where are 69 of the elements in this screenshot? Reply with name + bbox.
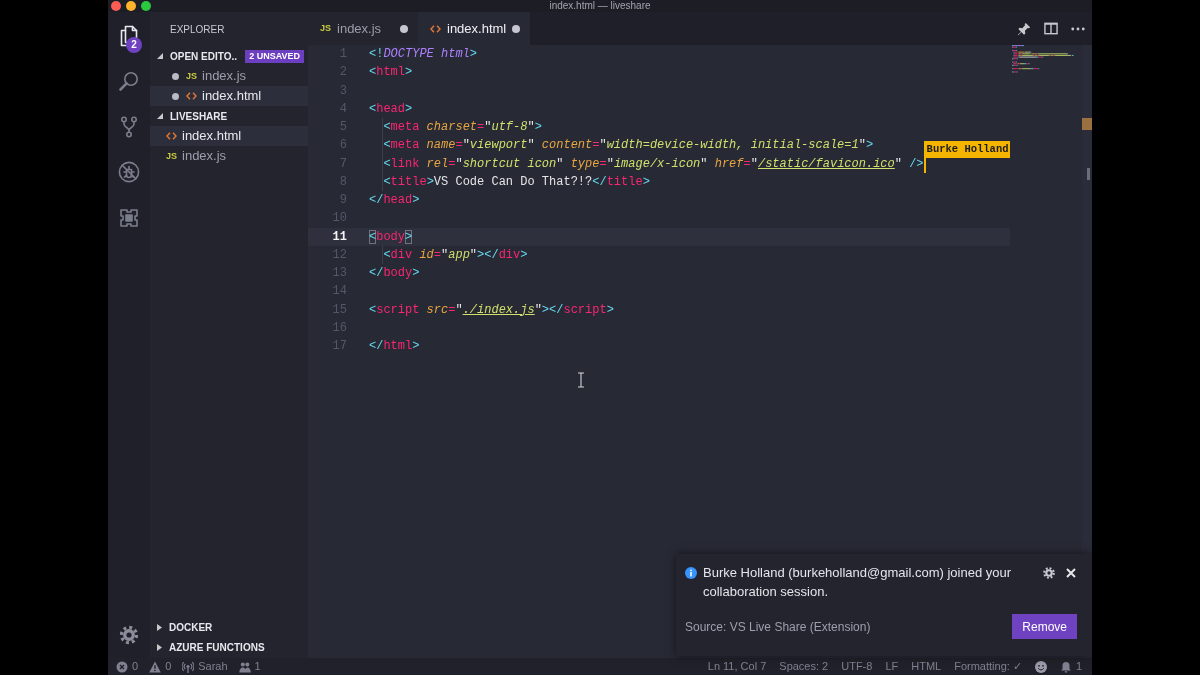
code-line: <link rel="shortcut icon" type="image/x-icon" href="/static/favicon.ico" />	[383, 155, 924, 173]
bell-icon	[1059, 660, 1072, 673]
notifications-item[interactable]: 1	[1059, 660, 1082, 673]
code-line: <div id="app"></div>	[383, 246, 528, 264]
sidebar-title: EXPLORER	[169, 22, 226, 37]
pin-icon[interactable]	[1017, 21, 1031, 36]
code-line: </head>	[369, 192, 420, 209]
close-icon[interactable]	[1066, 567, 1076, 578]
code-line: <!DOCTYPE html>	[369, 46, 478, 63]
split-editor-icon[interactable]	[1044, 22, 1058, 35]
errors-item[interactable]: 0	[116, 660, 139, 673]
code-line: <head>	[369, 100, 413, 118]
file-item[interactable]: index.html	[150, 86, 308, 106]
status-bar-item[interactable]: UTF-8	[841, 661, 873, 672]
js-file-icon: JS	[186, 71, 197, 81]
code-line: </body>	[369, 265, 420, 282]
code-line: <meta name="viewport" content="width=device-width, initial-scale=1">	[383, 137, 874, 155]
js-file-icon: JS	[320, 24, 331, 33]
settings-icon[interactable]	[1042, 565, 1056, 580]
code-line: <body>	[369, 228, 413, 246]
info-icon	[685, 567, 697, 579]
status-bar-item[interactable]: Ln 11, Col 7	[707, 661, 767, 672]
settings-icon[interactable]	[118, 624, 140, 646]
code-line: <meta charset="utf-8">	[383, 119, 542, 136]
close-button[interactable]	[111, 1, 121, 11]
minimap-drawing[interactable]	[1012, 45, 1076, 73]
people-icon	[238, 660, 251, 673]
js-file-icon: JS	[166, 151, 177, 161]
section-header[interactable]: AZURE FUNCTIONS	[150, 637, 265, 657]
window-title: index.html — liveshare	[549, 0, 651, 12]
code-line: <title>VS Code Can Do That?!?</title>	[383, 173, 650, 191]
file-item[interactable]: JS index.js	[172, 66, 247, 86]
section-header[interactable]: DOCKER	[150, 617, 213, 637]
action-button[interactable]: Remove	[1012, 614, 1077, 639]
minimize-button[interactable]	[126, 1, 136, 11]
scrollbar-marker	[1087, 168, 1090, 180]
status-bar-item[interactable]: HTML	[911, 661, 942, 672]
code-line: <html>	[369, 64, 413, 82]
text-cursor-icon	[577, 372, 585, 388]
file-item[interactable]: index.html	[150, 126, 308, 146]
editor-tab[interactable]: JS index.js	[308, 12, 418, 45]
search-icon[interactable]	[117, 69, 141, 94]
line-number: 11	[331, 228, 348, 246]
notification-message: Burke Holland (burkeholland@gmail.com) joined your collaboration session.	[703, 564, 1012, 601]
code-line: </html>	[369, 338, 420, 355]
smiley-icon[interactable]	[1034, 660, 1047, 673]
angle-brackets-icon	[186, 92, 197, 100]
unsaved-badge: 2 UNSAVED	[245, 49, 304, 63]
section-header[interactable]: LIVESHARE	[150, 106, 228, 126]
warnings-item[interactable]: 0	[149, 660, 172, 673]
collaborator-name-flag: Burke Holland	[923, 140, 1010, 158]
angle-brackets-icon	[166, 132, 177, 140]
angle-brackets-icon	[430, 24, 441, 33]
broadcast-icon	[182, 660, 195, 673]
more-icon[interactable]	[1071, 26, 1085, 31]
editor-tab[interactable]: index.html	[418, 12, 530, 45]
participants-item[interactable]: 1	[238, 660, 261, 673]
status-bar-item[interactable]: Spaces: 2	[779, 661, 829, 672]
count-badge: 2	[126, 37, 142, 53]
no-bug-icon[interactable]	[117, 160, 141, 185]
notification-source: Source: VS Live Share (Extension)	[685, 618, 871, 636]
live-share-item[interactable]: Sarah	[182, 660, 228, 673]
file-item[interactable]: JS index.js	[166, 146, 227, 166]
maximize-button[interactable]	[141, 1, 151, 11]
section-header[interactable]: OPEN EDITO..	[150, 46, 238, 66]
status-bar-item[interactable]: LF	[885, 661, 899, 672]
status-bar-item[interactable]: Formatting: ✓	[954, 661, 1022, 672]
scrollbar-marker	[1082, 118, 1092, 130]
code-line: <script src="./index.js"></script>	[369, 301, 614, 319]
